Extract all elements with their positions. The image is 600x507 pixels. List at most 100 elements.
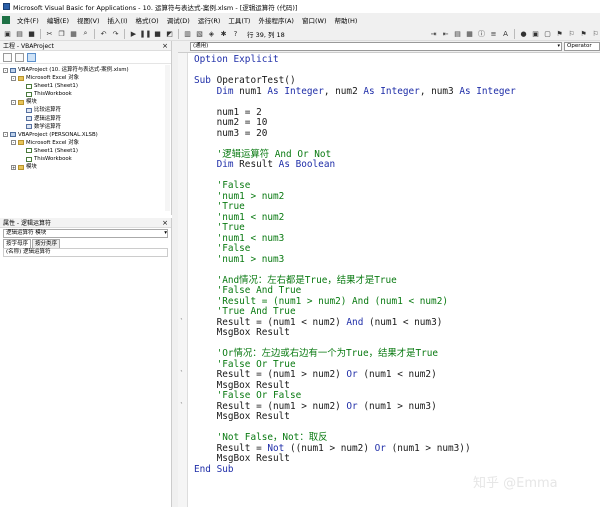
menu-help[interactable]: 帮助(H) [330, 15, 361, 25]
property-name-row[interactable]: (名称) 逻辑运算符 [3, 248, 168, 257]
menu-window[interactable]: 窗口(W) [298, 15, 331, 25]
menu-edit[interactable]: 编辑(E) [43, 15, 73, 25]
code-line[interactable]: Dim num1 As Integer, num2 As Integer, nu… [194, 85, 516, 98]
redo-icon[interactable]: ↷ [111, 29, 120, 38]
toolbar-separator [178, 28, 179, 39]
paste-icon[interactable]: ▦ [69, 29, 78, 38]
margin-indicator-bar[interactable] [178, 53, 188, 507]
collapse-icon[interactable]: - [3, 67, 8, 73]
indent-icon[interactable]: ⇥ [429, 29, 438, 38]
close-icon[interactable]: × [162, 42, 168, 50]
tree-item[interactable]: - 模块 [3, 98, 171, 106]
code-line[interactable]: Option Explicit [194, 54, 279, 66]
find-icon[interactable]: ⌕ [81, 29, 90, 38]
folder-icon [18, 164, 24, 170]
tree-item[interactable]: 比较运算符 [3, 106, 171, 114]
chevron-down-icon[interactable]: ▾ [164, 230, 167, 237]
chevron-down-icon[interactable]: ▾ [557, 43, 561, 50]
object-browser-icon[interactable]: ◈ [207, 29, 216, 38]
collapse-icon[interactable]: - [3, 132, 8, 138]
code-line[interactable]: num3 = 20 [194, 128, 268, 140]
reset-icon[interactable]: ■ [153, 29, 162, 38]
help-icon[interactable]: ? [231, 29, 240, 38]
procedure-dropdown-value: Operator [567, 43, 592, 49]
prev-bookmark-icon[interactable]: ⚑ [579, 29, 588, 38]
code-line[interactable]: MsgBox Result [194, 327, 290, 339]
code-line[interactable]: Dim Result As Boolean [194, 159, 336, 171]
code-line[interactable]: MsgBox Result [194, 411, 290, 423]
tree-item[interactable]: ThisWorkbook [3, 155, 171, 163]
project-explorer-icon[interactable]: ▥ [183, 29, 192, 38]
clear-bookmarks-icon[interactable]: ⚐ [591, 29, 600, 38]
view-code-icon[interactable] [3, 52, 12, 62]
undo-icon[interactable]: ↶ [99, 29, 108, 38]
quick-info-icon[interactable]: ⓘ [477, 29, 486, 38]
tab-alphabetic[interactable]: 按字母序 [3, 239, 32, 248]
expand-icon[interactable]: + [11, 164, 16, 170]
tree-item[interactable]: Sheet1 (Sheet1) [3, 82, 171, 90]
run-icon[interactable]: ▶ [129, 29, 138, 38]
toggle-folders-icon[interactable] [27, 52, 36, 62]
code-keyword: Dim [194, 85, 240, 97]
code-line[interactable]: End Sub [194, 463, 234, 476]
menu-run[interactable]: 运行(R) [194, 15, 225, 25]
tree-item[interactable]: + 模块 [3, 163, 171, 171]
view-object-icon[interactable] [15, 52, 24, 62]
excel-icon[interactable] [2, 16, 10, 24]
toolbox-icon[interactable]: ✱ [219, 29, 228, 38]
menu-addins[interactable]: 外接程序(A) [254, 15, 298, 25]
menu-view[interactable]: 视图(V) [73, 15, 104, 25]
object-selector[interactable]: 逻辑运算符 模块 ▾ [3, 229, 168, 238]
collapse-icon[interactable]: - [11, 99, 16, 105]
outdent-icon[interactable]: ⇤ [441, 29, 450, 38]
tree-item[interactable]: ThisWorkbook [3, 90, 171, 98]
cut-icon[interactable]: ✂ [45, 29, 54, 38]
cursor-position: 行 39, 列 18 [247, 30, 285, 39]
bookmark-icon[interactable]: ⚑ [555, 29, 564, 38]
menu-insert[interactable]: 插入(I) [104, 15, 132, 25]
code-text: MsgBox Result [194, 327, 290, 338]
project-icon [10, 132, 16, 138]
break-icon[interactable]: ❚❚ [140, 29, 152, 38]
object-dropdown[interactable]: (通用) ▾ [190, 42, 562, 51]
tree-item[interactable]: Sheet1 (Sheet1) [3, 147, 171, 155]
save-icon[interactable]: ■ [27, 29, 36, 38]
tab-categorized[interactable]: 按分类序 [32, 239, 61, 248]
parameter-info-icon[interactable]: ≡ [489, 29, 498, 38]
project-scrollbar[interactable] [165, 65, 170, 211]
code-window-header: (通用) ▾ Operator [178, 41, 600, 53]
close-icon[interactable]: × [162, 219, 168, 227]
tree-item[interactable]: 数学运算符 [3, 123, 171, 131]
tree-item[interactable]: - VBAProject (10. 运算符与表达式-案例.xlsm) [3, 66, 171, 74]
complete-word-icon[interactable]: A [501, 29, 510, 38]
toggle-breakpoint-icon[interactable]: ● [519, 29, 528, 38]
tree-item-label: 比较运算符 [34, 107, 61, 114]
insert-module-icon[interactable]: ▤ [15, 29, 24, 38]
code-text: Result = [194, 442, 268, 454]
object-selector-value: 逻辑运算符 模块 [6, 230, 47, 236]
project-explorer-title: 工程 - VBAProject [3, 43, 54, 50]
tree-item[interactable]: 逻辑运算符 [3, 115, 171, 123]
tree-item[interactable]: - Microsoft Excel 对象 [3, 74, 171, 82]
copy-icon[interactable]: ❐ [57, 29, 66, 38]
code-keyword: End Sub [194, 463, 234, 475]
procedure-dropdown[interactable]: Operator [564, 42, 600, 51]
list-properties-icon[interactable]: ▤ [453, 29, 462, 38]
comment-block-icon[interactable]: ▣ [531, 29, 540, 38]
uncomment-block-icon[interactable]: ▢ [543, 29, 552, 38]
next-bookmark-icon[interactable]: ⚐ [567, 29, 576, 38]
view-excel-icon[interactable]: ▣ [3, 29, 12, 38]
list-constants-icon[interactable]: ▦ [465, 29, 474, 38]
properties-window-icon[interactable]: ▧ [195, 29, 204, 38]
menu-debug[interactable]: 调试(D) [163, 15, 194, 25]
tree-item[interactable]: - Microsoft Excel 对象 [3, 139, 171, 147]
collapse-icon[interactable]: - [11, 75, 16, 81]
menu-file[interactable]: 文件(F) [13, 15, 43, 25]
code-line[interactable]: 'num1 > num3 [194, 254, 285, 266]
collapse-icon[interactable]: - [11, 140, 16, 146]
folder-icon [18, 140, 24, 146]
menu-tools[interactable]: 工具(T) [224, 15, 254, 25]
menu-format[interactable]: 格式(O) [132, 15, 163, 25]
design-mode-icon[interactable]: ◩ [165, 29, 174, 38]
tree-item[interactable]: - VBAProject (PERSONAL.XLSB) [3, 131, 171, 139]
